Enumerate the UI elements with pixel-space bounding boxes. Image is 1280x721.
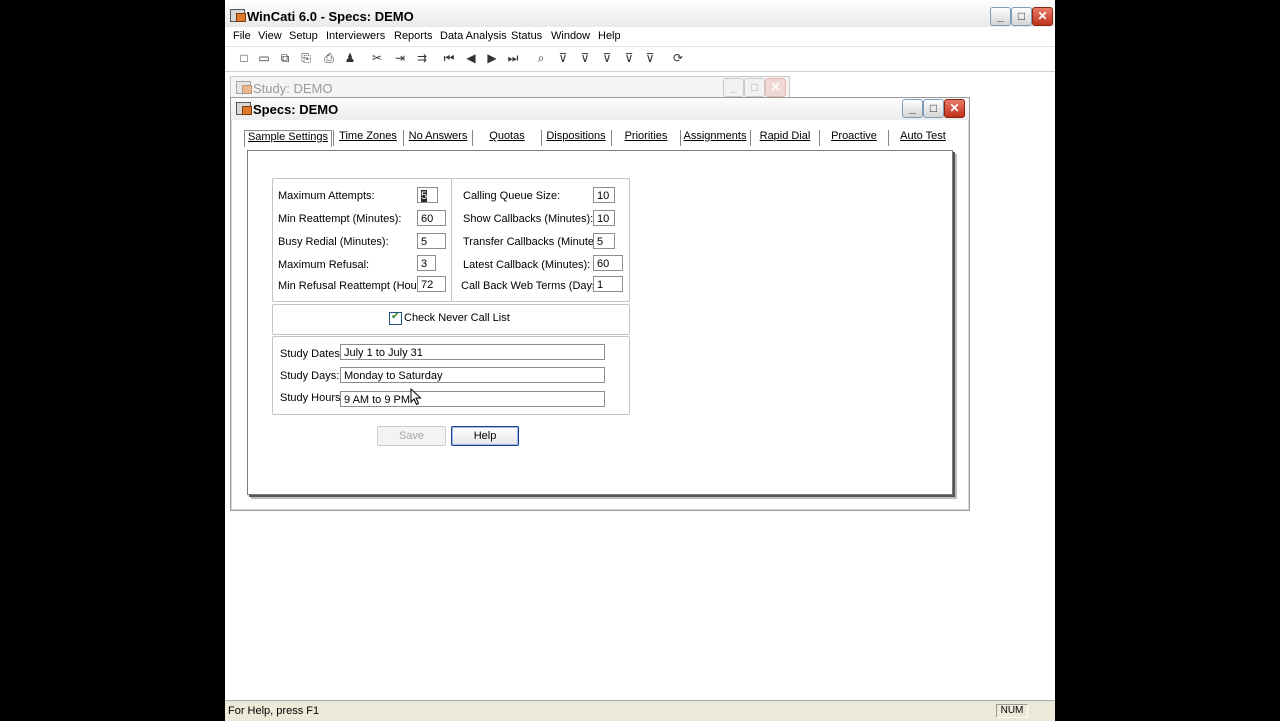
filter-remove-icon[interactable]: ⊽ [643, 51, 657, 65]
specs-window-title: Specs: DEMO [253, 102, 339, 117]
search-icon[interactable]: ⌕ [534, 51, 548, 65]
tab-auto-test[interactable]: Auto Test [888, 130, 957, 146]
tab-sample-settings[interactable]: Sample Settings [244, 130, 332, 147]
maximum-refusal-label: Maximum Refusal: [278, 259, 370, 271]
specs-window-icon [236, 102, 252, 115]
maximize-button[interactable]: □ [1011, 7, 1032, 26]
close-button[interactable]: ✕ [1032, 7, 1053, 26]
transfer-callbacks-input[interactable]: 5 [593, 233, 615, 249]
num-lock-indicator: NUM [996, 704, 1028, 718]
filter-icon[interactable]: ⊽ [556, 51, 570, 65]
copy-icon[interactable]: ⧉ [278, 51, 292, 65]
specs-maximize-button[interactable]: □ [923, 99, 944, 118]
menu-file[interactable]: File [233, 30, 251, 42]
check-never-call-checkbox[interactable] [389, 311, 402, 325]
menu-data-analysis[interactable]: Data Analysis [440, 30, 507, 42]
specs-title-bar: Specs: DEMO _ □ ✕ [231, 98, 969, 120]
tab-dispositions[interactable]: Dispositions [541, 130, 610, 146]
minimize-button[interactable]: _ [990, 7, 1011, 26]
maximum-attempts-value: 5 [421, 190, 428, 202]
app-icon [230, 9, 246, 22]
append-icon[interactable]: ⇉ [415, 51, 429, 65]
new-file-icon[interactable]: □ [237, 51, 251, 65]
filter-add-icon[interactable]: ⊽ [622, 51, 636, 65]
menu-reports[interactable]: Reports [394, 30, 433, 42]
tab-time-zones[interactable]: Time Zones [333, 130, 402, 146]
study-dates-input[interactable]: July 1 to July 31 [340, 344, 605, 360]
paste-icon[interactable]: ⎘ [299, 51, 313, 65]
study-window-title: Study: DEMO [253, 81, 333, 96]
show-callbacks-input[interactable]: 10 [593, 210, 615, 226]
call-back-web-terms-label: Call Back Web Terms (Days): [461, 280, 605, 292]
show-callbacks-label: Show Callbacks (Minutes): [463, 213, 594, 225]
refresh-icon[interactable]: ⟳ [671, 51, 685, 65]
menu-window[interactable]: Window [551, 30, 590, 42]
study-maximize-button[interactable]: □ [744, 78, 765, 97]
busy-redial-label: Busy Redial (Minutes): [278, 236, 389, 248]
tab-quotas[interactable]: Quotas [472, 130, 541, 146]
menu-view[interactable]: View [258, 30, 282, 42]
maximum-refusal-input[interactable]: 3 [417, 255, 436, 271]
check-never-call-label[interactable]: Check Never Call List [404, 312, 510, 324]
save-button[interactable]: Save [377, 426, 446, 446]
user-icon[interactable]: ♟ [343, 51, 357, 65]
next-record-icon[interactable]: ▶ [485, 51, 499, 65]
toolbar: □ ▭ ⧉ ⎘ ⎙ ♟ ✂ ⇥ ⇉ ⏮ ◀ ▶ ⏭ ⌕ ⊽ ⊽ ⊽ ⊽ ⊽ ⟳ [225, 46, 1055, 72]
menu-help[interactable]: Help [598, 30, 621, 42]
study-hours-input[interactable]: 9 AM to 9 PM [340, 391, 605, 407]
menu-setup[interactable]: Setup [289, 30, 318, 42]
last-record-icon[interactable]: ⏭ [506, 51, 520, 65]
open-folder-icon[interactable]: ▭ [257, 51, 271, 65]
cut-icon[interactable]: ✂ [370, 51, 384, 65]
call-back-web-terms-input[interactable]: 1 [593, 276, 623, 292]
menu-interviewers[interactable]: Interviewers [326, 30, 385, 42]
study-close-button[interactable]: ✕ [765, 78, 786, 97]
calling-queue-size-label: Calling Queue Size: [463, 190, 561, 202]
first-record-icon[interactable]: ⏮ [442, 51, 456, 65]
mouse-pointer-icon [410, 388, 422, 406]
tab-assignments[interactable]: Assignments [680, 130, 749, 146]
insert-icon[interactable]: ⇥ [393, 51, 407, 65]
menu-status[interactable]: Status [511, 30, 542, 42]
min-refusal-reattempt-label: Min Refusal Reattempt (Hours): [278, 280, 433, 292]
transfer-callbacks-label: Transfer Callbacks (Minutes): [463, 236, 607, 248]
tab-rapid-dial[interactable]: Rapid Dial [750, 130, 819, 146]
status-message: For Help, press F1 [228, 705, 320, 717]
specs-close-button[interactable]: ✕ [944, 99, 965, 118]
app-title: WinCati 6.0 - Specs: DEMO [247, 9, 414, 24]
busy-redial-input[interactable]: 5 [417, 233, 446, 249]
specs-minimize-button[interactable]: _ [902, 99, 923, 118]
tab-no-answers[interactable]: No Answers [403, 130, 472, 146]
filter-edit-icon[interactable]: ⊽ [578, 51, 592, 65]
menu-bar: File View Setup Interviewers Reports Dat… [225, 27, 1055, 45]
study-days-input[interactable]: Monday to Saturday [340, 367, 605, 383]
study-minimize-button[interactable]: _ [723, 78, 744, 97]
print-icon[interactable]: ⎙ [322, 51, 336, 65]
study-dates-label: Study Dates: [280, 348, 343, 360]
latest-callback-input[interactable]: 60 [593, 255, 623, 271]
min-reattempt-label: Min Reattempt (Minutes): [278, 213, 402, 225]
tab-priorities[interactable]: Priorities [611, 130, 680, 146]
maximum-attempts-label: Maximum Attempts: [278, 190, 375, 202]
status-bar: For Help, press F1 NUM [225, 700, 1055, 721]
latest-callback-label: Latest Callback (Minutes): [463, 259, 591, 271]
help-button[interactable]: Help [451, 426, 519, 446]
study-window-icon [236, 81, 252, 94]
tab-proactive[interactable]: Proactive [819, 130, 888, 146]
calling-queue-size-input[interactable]: 10 [593, 187, 615, 203]
study-days-label: Study Days: [280, 370, 340, 382]
min-reattempt-input[interactable]: 60 [417, 210, 446, 226]
study-hours-label: Study Hours: [280, 392, 344, 404]
maximum-attempts-input[interactable]: 5 [417, 187, 438, 203]
previous-record-icon[interactable]: ◀ [464, 51, 478, 65]
filter-clear-icon[interactable]: ⊽ [600, 51, 614, 65]
min-refusal-reattempt-input[interactable]: 72 [417, 276, 446, 292]
